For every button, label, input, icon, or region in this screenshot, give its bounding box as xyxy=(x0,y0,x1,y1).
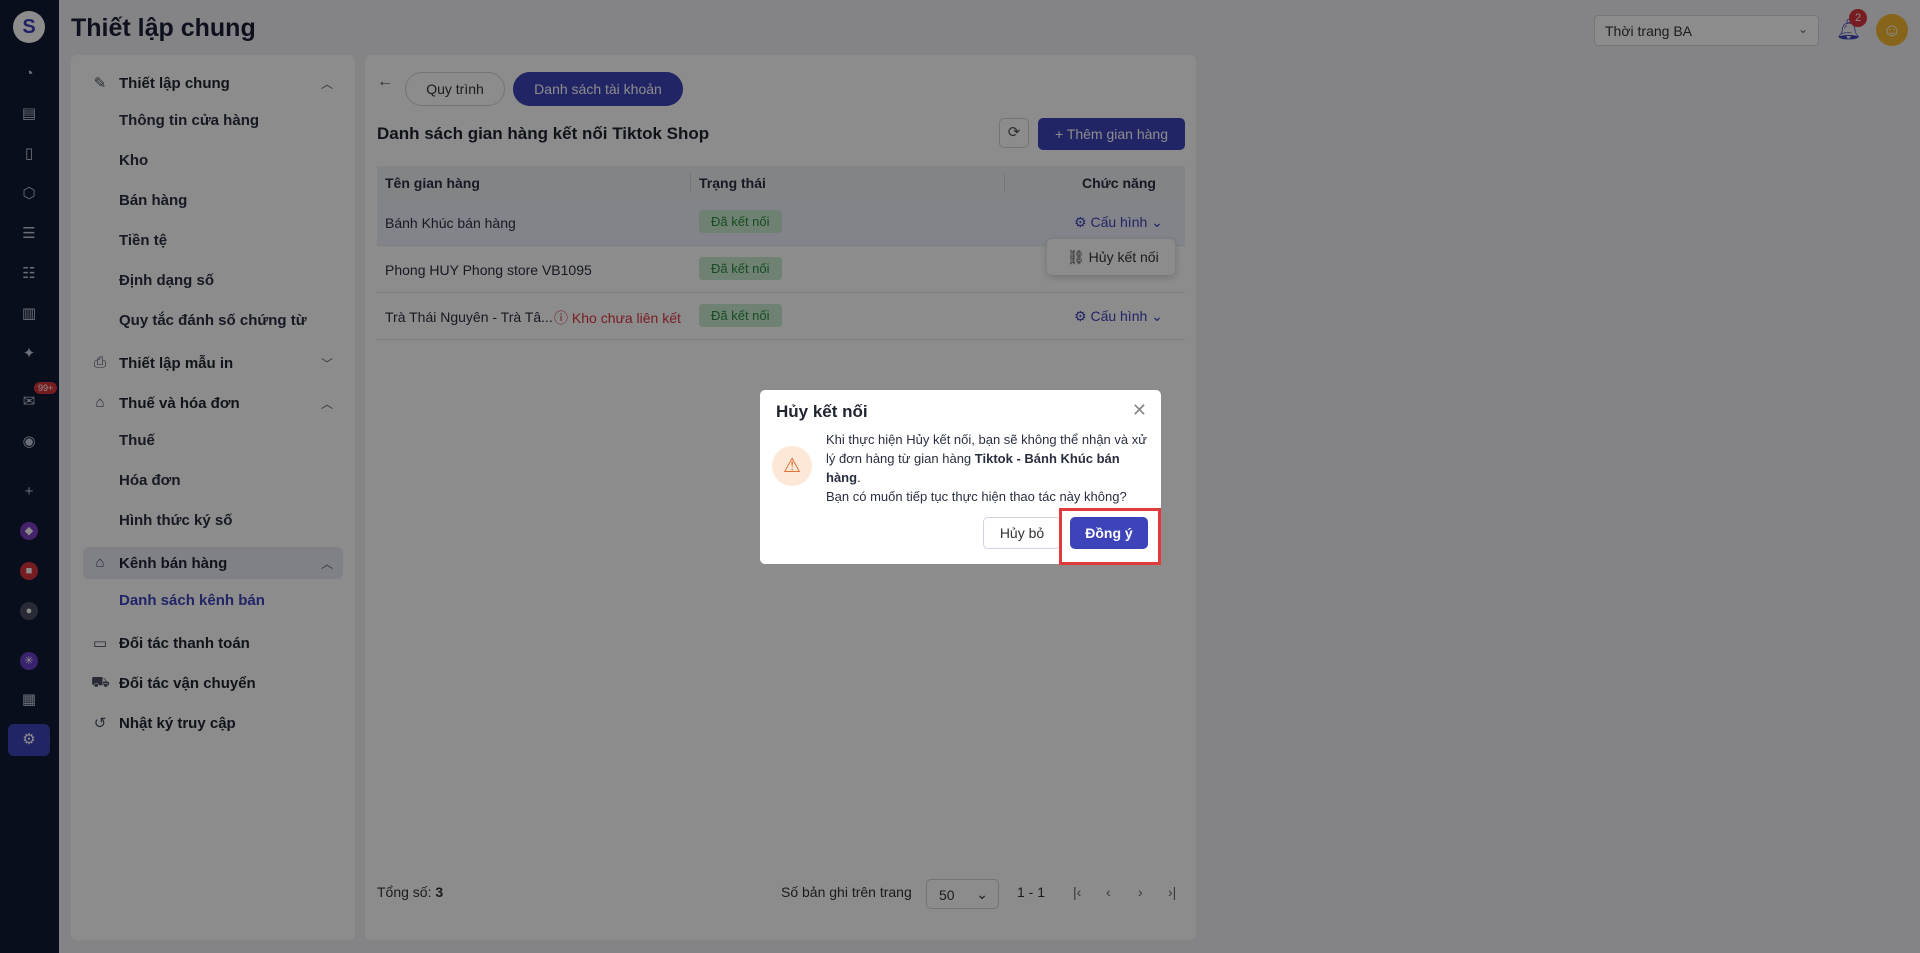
warning-triangle-icon: ⚠ xyxy=(772,446,812,486)
confirm-highlight-box xyxy=(1059,508,1161,565)
dialog-message: Khi thực hiện Hủy kết nối, bạn sẽ không … xyxy=(826,430,1151,506)
dialog-title: Hủy kết nối xyxy=(776,402,868,421)
dialog-message-part: . xyxy=(857,470,861,485)
cancel-button[interactable]: Hủy bỏ xyxy=(983,517,1061,549)
dialog-question: Bạn có muốn tiếp tục thực hiện thao tác … xyxy=(826,489,1127,504)
close-icon[interactable]: ✕ xyxy=(1132,400,1147,421)
